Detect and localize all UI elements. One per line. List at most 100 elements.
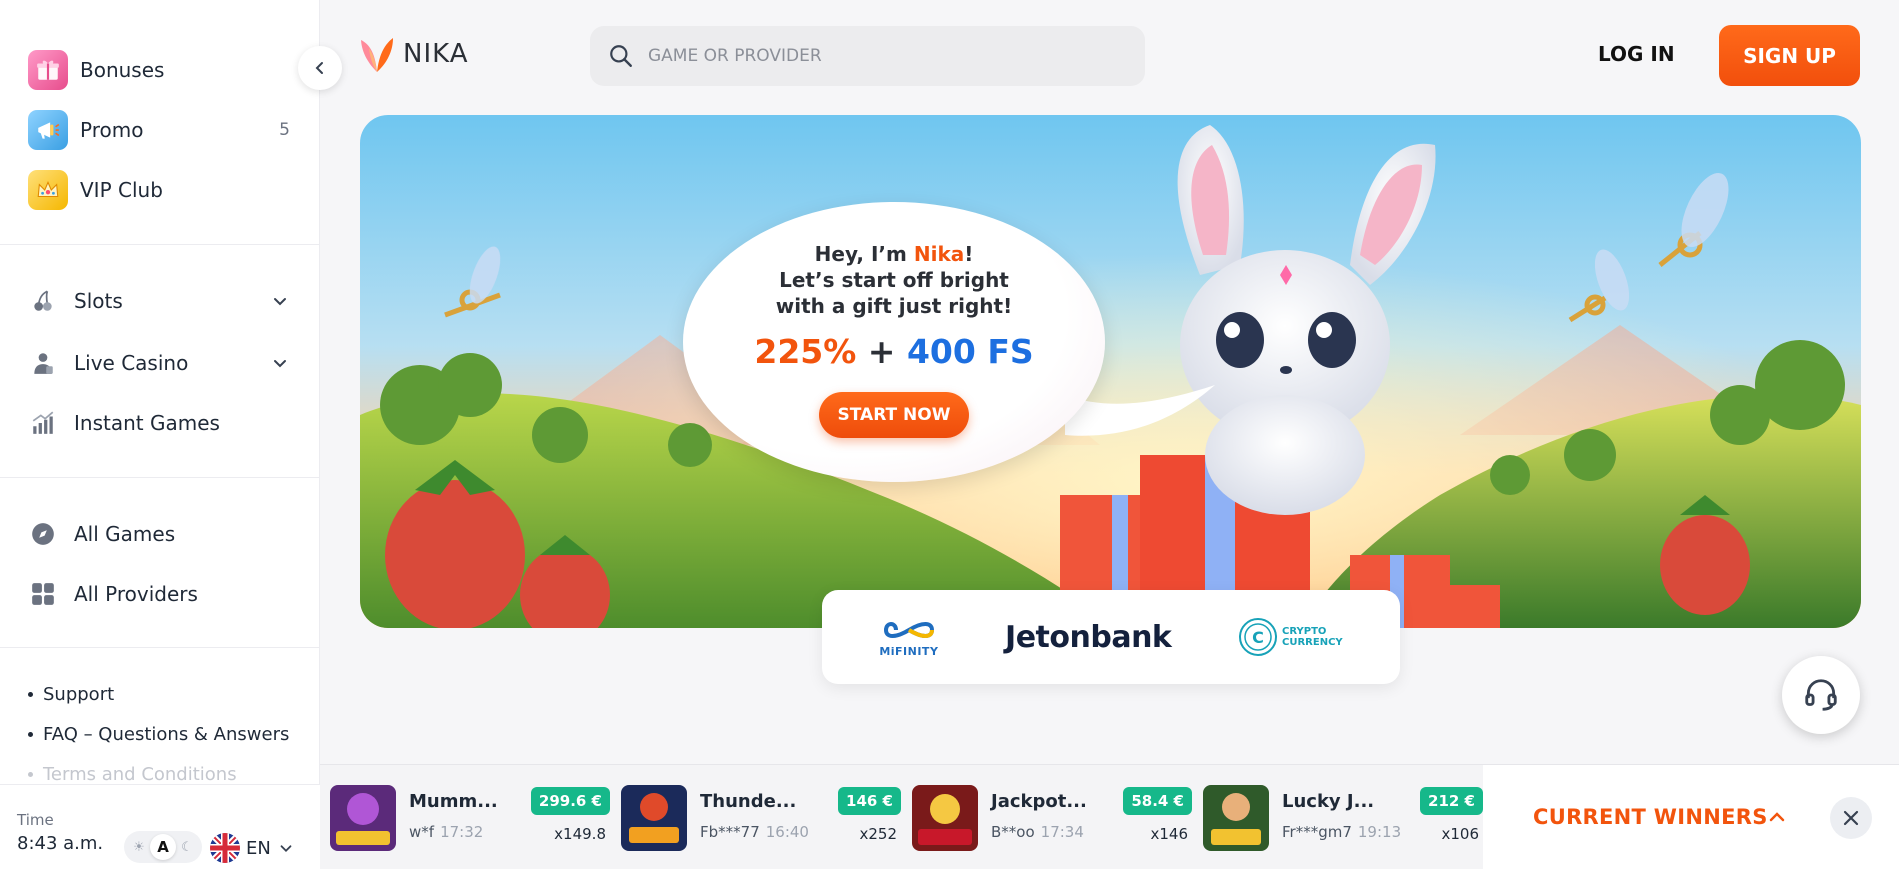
cherries-icon xyxy=(28,286,58,316)
mifinity-logo: MiFINITY xyxy=(879,617,938,658)
theme-auto-option[interactable]: A xyxy=(150,834,176,860)
winner-amount-badge: 212 € xyxy=(1420,787,1483,815)
winner-card[interactable]: Lucky J... Fr***gm7 19:13 212 € x106 xyxy=(1193,785,1483,851)
chevron-down-icon[interactable] xyxy=(270,353,290,373)
sun-icon[interactable]: ☀ xyxy=(128,836,150,858)
chevron-down-icon[interactable] xyxy=(270,291,290,311)
bullet xyxy=(28,692,33,697)
sidebar-item-bonuses[interactable]: Bonuses xyxy=(28,48,290,92)
sidebar-item-slots[interactable]: Slots xyxy=(28,279,290,323)
chevron-down-icon xyxy=(280,845,292,852)
winner-multiplier: x252 xyxy=(859,825,897,843)
mifinity-label: MiFINITY xyxy=(879,644,939,658)
grid-icon xyxy=(28,579,58,609)
sidebar-footer: Time 8:43 a.m. ☀ A ☾ EN xyxy=(0,784,320,869)
login-button[interactable]: LOG IN xyxy=(1598,42,1675,66)
payment-methods-card: MiFINITY Jetonbank C CRYPTO CURRENCY xyxy=(822,590,1400,684)
support-chat-button[interactable] xyxy=(1782,656,1860,734)
current-winners-title[interactable]: CURRENT WINNERS xyxy=(1533,805,1768,829)
tagline-line-2: with a gift just right! xyxy=(775,294,1013,318)
crypto-logo: C CRYPTO CURRENCY xyxy=(1238,617,1343,657)
winners-bar: Mumm... w*f 17:32 299.6 € x149.8 Thunde..… xyxy=(320,764,1899,869)
offer-plus: + xyxy=(856,332,907,371)
winner-time: 17:32 xyxy=(440,823,484,841)
bullet xyxy=(28,732,33,737)
winner-card[interactable]: Mumm... w*f 17:32 299.6 € x149.8 xyxy=(320,785,610,851)
sidebar-item-all-games[interactable]: All Games xyxy=(28,512,290,556)
sidebar-item-vip-club[interactable]: VIP Club xyxy=(28,168,290,212)
sidebar-link-terms[interactable]: Terms and Conditions xyxy=(28,764,237,785)
winner-game-name: Thunde... xyxy=(700,791,797,812)
winner-username: Fb***77 xyxy=(700,823,760,841)
bullet xyxy=(28,772,33,777)
search-bar[interactable] xyxy=(590,26,1145,86)
start-now-button[interactable]: START NOW xyxy=(819,392,969,438)
language-selector[interactable]: EN xyxy=(210,833,295,863)
tagline-line-1: Let’s start off bright xyxy=(779,268,1009,292)
winner-multiplier: x146 xyxy=(1150,825,1188,843)
sidebar-catalog-group: All Games All Providers xyxy=(0,478,320,648)
winner-user: Fb***77 16:40 xyxy=(700,823,809,841)
winner-card[interactable]: Jackpot... B**oo 17:34 58.4 € x146 xyxy=(902,785,1192,851)
offer-free-spins: 400 FS xyxy=(906,332,1034,371)
speech-bubble: Hey, I’m Nika! Let’s start off bright wi… xyxy=(683,202,1105,482)
signup-button[interactable]: SIGN UP xyxy=(1719,25,1860,86)
logo[interactable]: NIKA xyxy=(359,34,469,74)
game-thumbnail xyxy=(912,785,978,851)
game-thumbnail xyxy=(621,785,687,851)
sidebar-games-group: Slots Live Casino Instant Games xyxy=(0,245,320,478)
link-label: FAQ – Questions & Answers xyxy=(43,724,290,745)
close-winners-button[interactable] xyxy=(1830,797,1872,839)
sidebar-item-promo[interactable]: Promo 5 xyxy=(28,108,290,152)
offer-percent: 225% xyxy=(754,332,857,371)
winner-multiplier: x149.8 xyxy=(554,825,606,843)
close-icon xyxy=(1843,810,1859,826)
winner-username: B**oo xyxy=(991,823,1035,841)
sidebar-item-label: Instant Games xyxy=(74,411,220,435)
winner-amount-badge: 58.4 € xyxy=(1123,787,1192,815)
headset-icon xyxy=(1805,679,1837,711)
winner-card[interactable]: Thunde... Fb***77 16:40 146 € x252 xyxy=(611,785,901,851)
game-thumbnail xyxy=(330,785,396,851)
promo-banner[interactable]: Hey, I’m Nika! Let’s start off bright wi… xyxy=(360,115,1861,628)
search-icon xyxy=(610,45,632,67)
winner-amount-badge: 299.6 € xyxy=(530,787,610,815)
sidebar-item-live-casino[interactable]: Live Casino xyxy=(28,341,290,385)
winner-game-name: Jackpot... xyxy=(991,791,1087,812)
sidebar-item-label: VIP Club xyxy=(80,178,163,202)
crypto-label: CRYPTO CURRENCY xyxy=(1282,626,1343,648)
jetonbank-logo: Jetonbank xyxy=(1005,619,1172,655)
crypto-label-line-2: CURRENCY xyxy=(1282,637,1343,648)
chevron-up-icon[interactable] xyxy=(1765,805,1789,829)
crypto-label-line-1: CRYPTO xyxy=(1282,626,1327,637)
search-input[interactable] xyxy=(648,46,1128,66)
infinity-icon xyxy=(883,621,934,638)
megaphone-icon xyxy=(28,110,68,150)
link-label: Support xyxy=(43,684,115,705)
nika-logo-icon xyxy=(361,38,393,72)
svg-text:C: C xyxy=(1252,628,1264,647)
winner-game-name: Lucky J... xyxy=(1282,791,1375,812)
winner-time: 17:34 xyxy=(1040,823,1084,841)
link-label: Terms and Conditions xyxy=(43,764,237,785)
chevron-left-icon xyxy=(315,62,323,74)
logo-text: NIKA xyxy=(403,39,469,69)
moon-icon[interactable]: ☾ xyxy=(176,836,198,858)
sidebar-link-faq[interactable]: FAQ – Questions & Answers xyxy=(28,724,289,745)
theme-toggle[interactable]: ☀ A ☾ xyxy=(124,831,202,863)
game-thumbnail xyxy=(1203,785,1269,851)
winner-amount-badge: 146 € xyxy=(838,787,901,815)
crypto-coin-icon: C xyxy=(1239,618,1278,656)
sidebar-item-instant-games[interactable]: Instant Games xyxy=(28,401,290,445)
greeting-prefix: Hey, I’m xyxy=(814,242,914,266)
gift-icon xyxy=(28,50,68,90)
bonus-offer: 225% + 400 FS xyxy=(683,332,1105,371)
compass-icon xyxy=(28,519,58,549)
greeting-suffix: ! xyxy=(964,242,974,266)
winner-time: 19:13 xyxy=(1357,823,1402,841)
uk-flag-icon xyxy=(210,833,240,863)
collapse-sidebar-button[interactable] xyxy=(298,46,342,90)
sidebar-item-all-providers[interactable]: All Providers xyxy=(28,572,290,616)
sidebar-link-support[interactable]: Support xyxy=(28,684,114,705)
sidebar-item-label: Bonuses xyxy=(80,58,165,82)
